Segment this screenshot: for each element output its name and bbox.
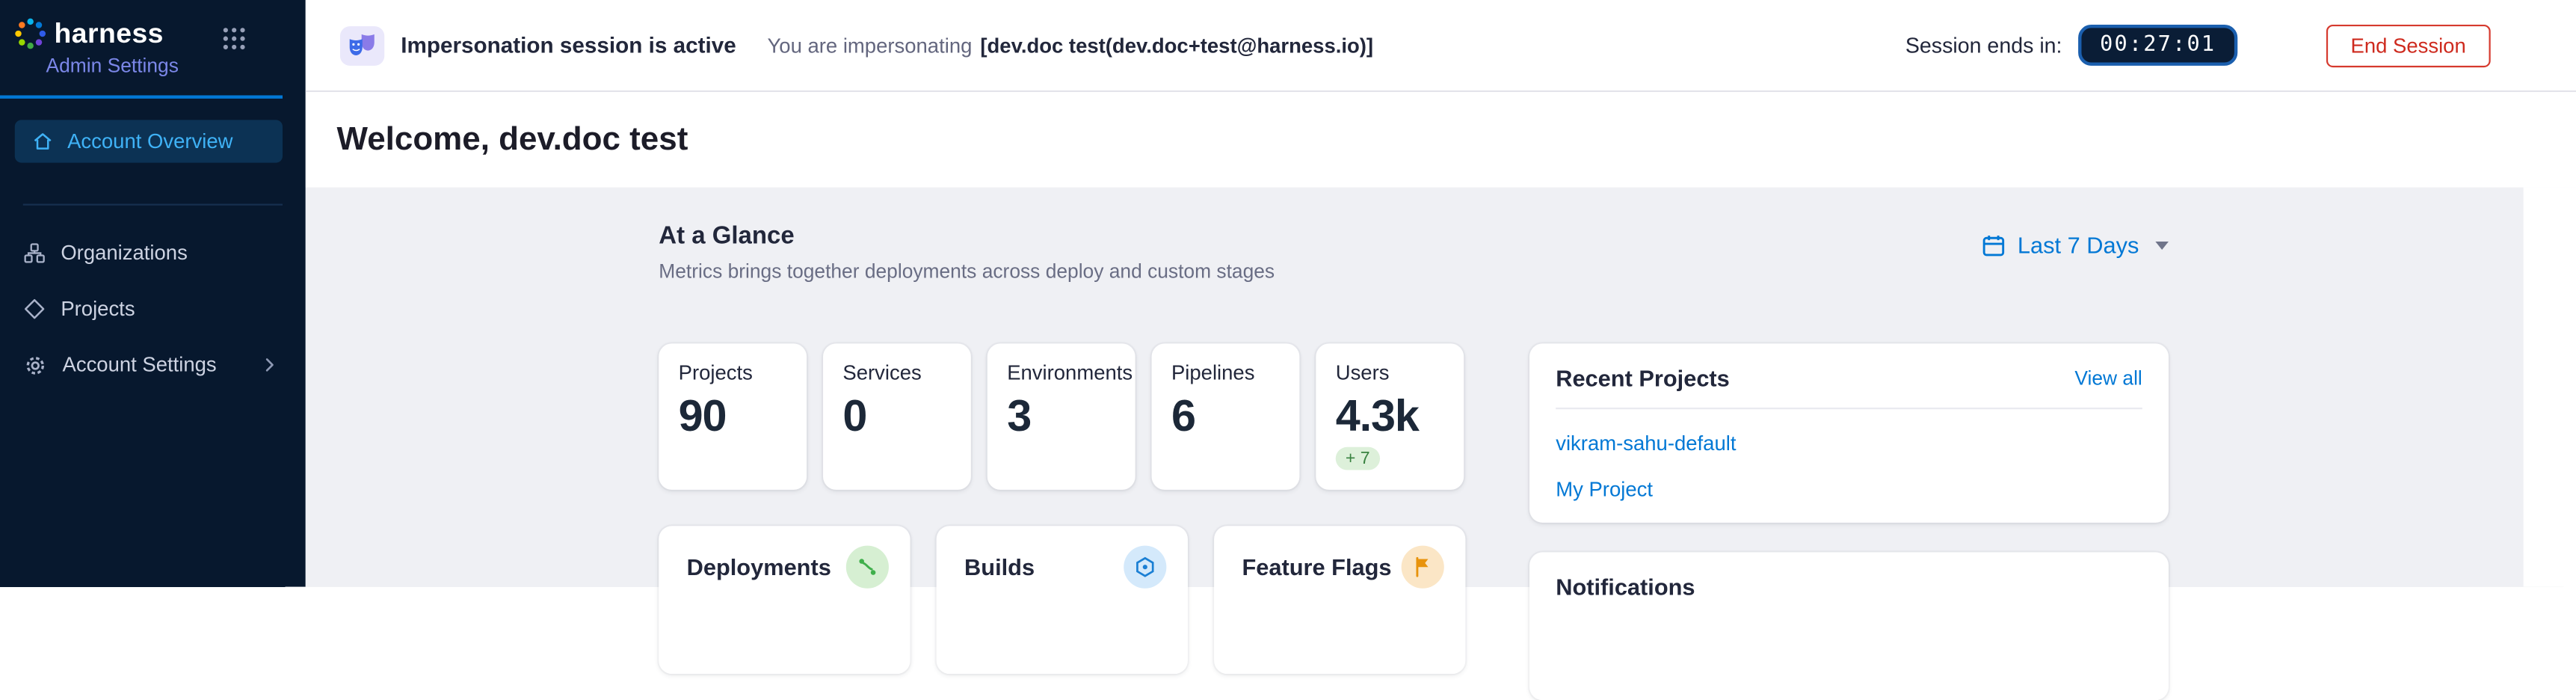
stat-label: Pipelines (1171, 361, 1280, 384)
project-link[interactable]: My Project (1556, 479, 2142, 502)
module-title: Builds (964, 554, 1035, 580)
sidebar-item-label: Organizations (61, 242, 187, 265)
stats-row: Projects 90 Services 0 Environments 3 Pi… (659, 343, 1464, 490)
notifications-panel: Notifications (1529, 552, 2169, 700)
impersonation-title: Impersonation session is active (401, 33, 736, 58)
stat-value: 4.3k (1336, 393, 1444, 441)
projects-icon (23, 298, 46, 321)
sidebar-item-account-overview[interactable]: Account Overview (15, 120, 283, 162)
sidebar: harness Admin Settings Account Overview (0, 0, 306, 587)
stat-label: Environments (1007, 361, 1115, 384)
sidebar-item-account-settings[interactable]: Account Settings (0, 337, 306, 393)
date-range-value: Last 7 Days (2018, 232, 2139, 258)
stat-label: Projects (679, 361, 787, 384)
end-session-button[interactable]: End Session (2326, 24, 2491, 67)
admin-settings-label: Admin Settings (46, 55, 283, 78)
module-title: Deployments (687, 554, 831, 580)
module-card-builds[interactable]: Builds (937, 526, 1188, 674)
notifications-title: Notifications (1556, 574, 1695, 600)
sidebar-item-organizations[interactable]: Organizations (0, 225, 306, 281)
sidebar-header: harness Admin Settings (0, 0, 283, 99)
session-ends-label: Session ends in: (1905, 33, 2062, 58)
stat-label: Users (1336, 361, 1444, 384)
glance-header: At a Glance Metrics brings together depl… (659, 222, 2169, 283)
harness-admin-dashboard: harness Admin Settings Account Overview (0, 0, 2576, 587)
glance-title: At a Glance (659, 222, 1275, 250)
calendar-icon (1982, 233, 2006, 257)
harness-logo-icon (13, 16, 48, 51)
stat-value: 3 (1007, 393, 1115, 441)
divider (1556, 408, 2142, 409)
home-icon (31, 130, 55, 153)
project-link[interactable]: vikram-sahu-default (1556, 432, 2142, 455)
modules-row: Deployments Builds (659, 526, 1465, 674)
module-title: Feature Flags (1242, 554, 1391, 580)
chevron-down-icon (2155, 241, 2169, 249)
chevron-right-icon (259, 355, 279, 375)
sidebar-nav: Account Overview Organizations (0, 120, 306, 393)
stat-value: 90 (679, 393, 787, 441)
stat-card-pipelines[interactable]: Pipelines 6 (1152, 343, 1300, 490)
session-timer: 00:27:01 (2079, 25, 2237, 66)
welcome-band: Welcome, dev.doc test (306, 92, 2576, 187)
stat-value: 6 (1171, 393, 1280, 441)
gear-icon (23, 352, 48, 377)
glance-subtitle: Metrics brings together deployments acro… (659, 260, 1275, 283)
impersonation-masks-icon (340, 25, 384, 65)
stat-value: 0 (842, 393, 951, 441)
recent-projects-panel: Recent Projects View all vikram-sahu-def… (1529, 343, 2169, 523)
stat-card-projects[interactable]: Projects 90 (659, 343, 807, 490)
sidebar-divider (23, 204, 283, 206)
main-content: At a Glance Metrics brings together depl… (306, 188, 2576, 587)
module-card-feature-flags[interactable]: Feature Flags (1214, 526, 1465, 674)
organizations-icon (23, 242, 46, 265)
impersonated-user: [dev.doc test(dev.doc+test@harness.io)] (980, 34, 1373, 57)
view-all-link[interactable]: View all (2074, 366, 2142, 390)
sidebar-item-label: Account Settings (63, 354, 217, 377)
page-title: Welcome, dev.doc test (337, 121, 688, 159)
apps-grid-icon[interactable] (222, 26, 247, 59)
stat-card-users[interactable]: Users 4.3k + 7 (1316, 343, 1464, 490)
module-card-deployments[interactable]: Deployments (659, 526, 910, 674)
feature-flags-icon (1402, 546, 1444, 589)
deployments-icon (846, 546, 889, 589)
vertical-scrollbar[interactable] (2524, 188, 2576, 587)
recent-projects-title: Recent Projects (1556, 365, 1730, 391)
stat-card-environments[interactable]: Environments 3 (987, 343, 1136, 490)
impersonation-subtitle: You are impersonating (767, 34, 972, 57)
stat-card-services[interactable]: Services 0 (823, 343, 971, 490)
impersonation-banner: Impersonation session is active You are … (306, 0, 2576, 92)
users-delta-badge: + 7 (1336, 446, 1380, 470)
sidebar-item-projects[interactable]: Projects (0, 281, 306, 337)
sidebar-item-label: Account Overview (67, 130, 232, 153)
date-range-select[interactable]: Last 7 Days (1982, 228, 2169, 261)
stat-label: Services (842, 361, 951, 384)
brand-name: harness (55, 17, 164, 50)
sidebar-item-label: Projects (61, 298, 135, 321)
builds-icon (1124, 546, 1166, 589)
